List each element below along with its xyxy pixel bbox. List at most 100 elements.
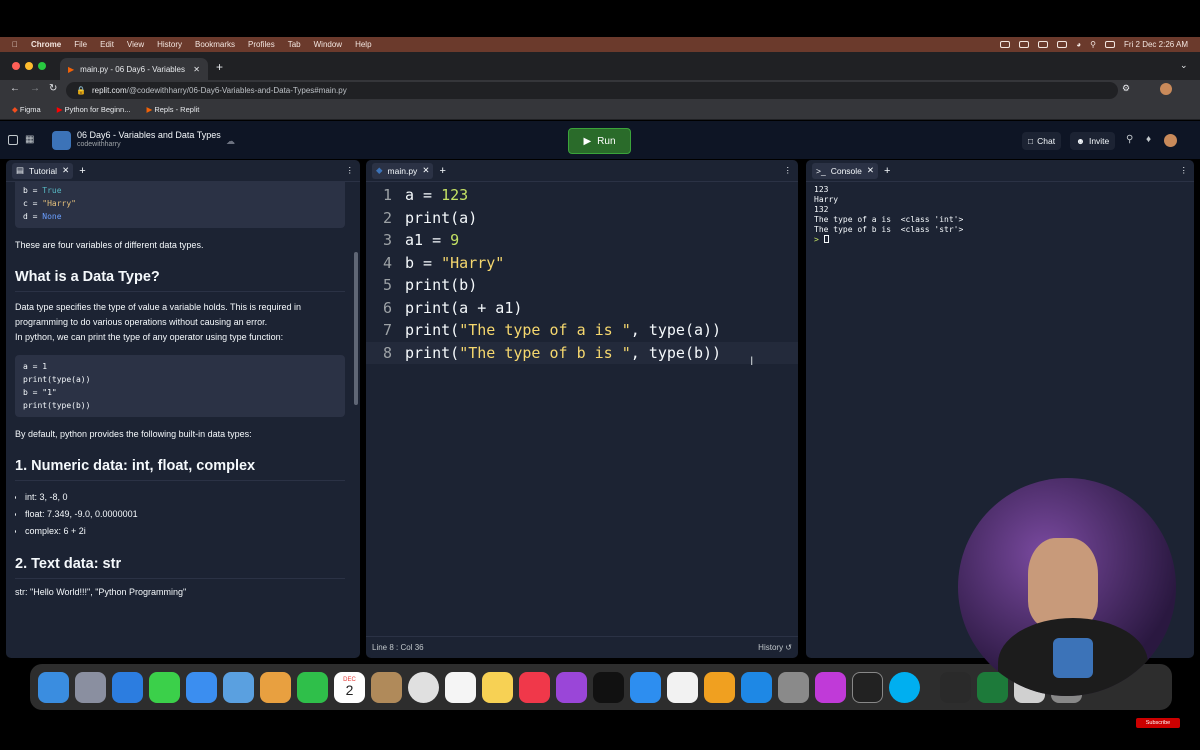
photos-icon[interactable] <box>260 671 291 703</box>
add-tab-icon[interactable]: + <box>439 165 445 177</box>
forward-icon[interactable]: → <box>30 83 40 94</box>
add-tab-icon[interactable]: + <box>79 165 85 177</box>
cloud-icon[interactable] <box>1019 41 1030 48</box>
browser-tab[interactable]: ▶ main.py - 06 Day6 - Variables ✕ <box>60 58 208 80</box>
tab-main-py[interactable]: ◆ main.py ✕ <box>372 162 434 179</box>
skype-icon[interactable] <box>889 671 920 703</box>
tab-close-icon[interactable]: ✕ <box>193 65 200 74</box>
bookmark-figma[interactable]: ◆ Figma <box>12 105 41 114</box>
back-icon[interactable]: ← <box>10 83 20 94</box>
feedback-icon[interactable] <box>815 671 846 703</box>
podcasts-icon[interactable] <box>556 671 587 703</box>
history-button[interactable]: History ↺ <box>758 643 792 652</box>
menu-help[interactable]: Help <box>355 40 371 49</box>
tab-search-icon[interactable]: ⌄ <box>1180 60 1188 71</box>
search-icon[interactable]: ⚲ <box>1126 134 1133 145</box>
code-editor[interactable]: 1 a = 123 2 print(a) 3 a1 = 9 4 b = "Harry" 5 pri… <box>366 182 798 628</box>
project-title[interactable]: 06 Day6 - Variables and Data Types <box>77 130 221 140</box>
tab-close-icon[interactable]: ✕ <box>62 165 69 176</box>
launchpad-icon[interactable] <box>75 671 106 703</box>
wifi-icon[interactable]: ◕ <box>1076 40 1081 49</box>
list-item: int: 3, -8, 0 <box>25 489 345 506</box>
bookmark-python[interactable]: ▶ Python for Beginn... <box>57 105 131 114</box>
search-icon[interactable]: ⚲ <box>1090 40 1096 49</box>
replit-logo-icon[interactable]: ▦ <box>25 134 34 145</box>
messages-icon[interactable] <box>149 671 180 703</box>
profile-avatar[interactable] <box>1160 83 1172 95</box>
menu-window[interactable]: Window <box>314 40 342 49</box>
menu-history[interactable]: History <box>157 40 182 49</box>
subscribe-badge[interactable]: Subscribe <box>1136 718 1180 728</box>
menu-edit[interactable]: Edit <box>100 40 114 49</box>
tab-tutorial[interactable]: ▤ Tutorial ✕ <box>12 162 74 179</box>
display-icon[interactable] <box>1038 41 1049 48</box>
finder-icon[interactable] <box>38 671 69 703</box>
menu-profiles[interactable]: Profiles <box>248 40 275 49</box>
code-line[interactable]: 1 a = 123 <box>366 184 798 206</box>
user-avatar[interactable] <box>1164 134 1177 147</box>
code-line[interactable]: 3 a1 = 9 <box>366 229 798 251</box>
keynote-icon[interactable] <box>630 671 661 703</box>
notifications-icon[interactable]: ♦ <box>1146 134 1151 145</box>
project-owner[interactable]: codewithharry <box>77 141 121 148</box>
extensions-icon[interactable]: ⚙ <box>1122 83 1130 94</box>
notes-icon[interactable] <box>482 671 513 703</box>
tab-console[interactable]: >_ Console ✕ <box>812 162 879 179</box>
safari-icon[interactable] <box>112 671 143 703</box>
run-button[interactable]: ▶ Run <box>568 128 631 154</box>
menu-bookmarks[interactable]: Bookmarks <box>195 40 235 49</box>
minimize-window-icon[interactable] <box>25 62 33 70</box>
close-window-icon[interactable] <box>12 62 20 70</box>
obs-icon[interactable] <box>940 671 971 703</box>
new-tab-icon[interactable]: + <box>216 60 223 74</box>
tab-close-icon[interactable]: ✕ <box>867 165 874 176</box>
code-line[interactable]: 5 print(b) <box>366 274 798 296</box>
reload-icon[interactable]: ↻ <box>49 83 57 94</box>
console-prompt[interactable]: > <box>814 235 963 245</box>
console-output[interactable]: 123 Harry 132 The type of a is <class 'int'… <box>814 185 963 245</box>
code-line[interactable]: 8 print("The type of b is ", type(b)) <box>366 341 798 364</box>
code-line[interactable]: 7 print("The type of a is ", type(a)) <box>366 319 798 341</box>
bookmark-repls[interactable]: ▶ Repls - Replit <box>146 105 199 114</box>
sidebar-toggle-icon[interactable] <box>8 135 18 145</box>
maps-icon[interactable] <box>223 671 254 703</box>
apple-icon[interactable]:  <box>12 40 18 49</box>
tab-close-icon[interactable]: ✕ <box>422 165 429 176</box>
code-text: print("The type of b is ", type(b)) <box>405 343 722 362</box>
add-tab-icon[interactable]: + <box>884 165 890 177</box>
terminal-icon[interactable] <box>852 671 883 703</box>
mail-icon[interactable] <box>186 671 217 703</box>
calendar-icon[interactable]: DEC 2 <box>334 671 365 703</box>
tutorial-pane-header: ▤ Tutorial ✕ + ⋮ <box>6 160 360 182</box>
contacts-icon[interactable] <box>371 671 402 703</box>
pane-menu-icon[interactable]: ⋮ <box>1180 165 1189 176</box>
pane-menu-icon[interactable]: ⋮ <box>784 165 793 176</box>
apple-tv-icon[interactable] <box>593 671 624 703</box>
battery-icon[interactable] <box>1057 41 1068 48</box>
tutorial-scrollbar[interactable] <box>354 252 358 405</box>
invite-button[interactable]: ☻ Invite <box>1070 132 1116 150</box>
music-icon[interactable] <box>519 671 550 703</box>
menu-tab[interactable]: Tab <box>288 40 301 49</box>
app-store-icon[interactable] <box>741 671 772 703</box>
menubar-app-name[interactable]: Chrome <box>31 40 61 49</box>
menu-file[interactable]: File <box>74 40 87 49</box>
code-line[interactable]: 4 b = "Harry" <box>366 252 798 274</box>
menubar-clock[interactable]: Fri 2 Dec 2:26 AM <box>1124 40 1188 49</box>
chrome-icon[interactable] <box>408 671 439 703</box>
address-bar[interactable]: 🔒 replit.com/@codewithharry/06-Day6-Vari… <box>66 82 1118 99</box>
pages-icon[interactable] <box>704 671 735 703</box>
control-center-icon[interactable] <box>1104 41 1115 48</box>
chat-button[interactable]: □ Chat <box>1022 132 1062 150</box>
numbers-icon[interactable] <box>667 671 698 703</box>
menu-view[interactable]: View <box>127 40 144 49</box>
reminders-icon[interactable] <box>445 671 476 703</box>
maximize-window-icon[interactable] <box>38 62 46 70</box>
code-line[interactable]: 2 print(a) <box>366 207 798 229</box>
status-icon[interactable] <box>1000 41 1011 48</box>
history-icon: ↺ <box>785 643 792 652</box>
system-preferences-icon[interactable] <box>778 671 809 703</box>
pane-menu-icon[interactable]: ⋮ <box>346 165 355 176</box>
facetime-icon[interactable] <box>297 671 328 703</box>
code-line[interactable]: 6 print(a + a1) <box>366 297 798 319</box>
